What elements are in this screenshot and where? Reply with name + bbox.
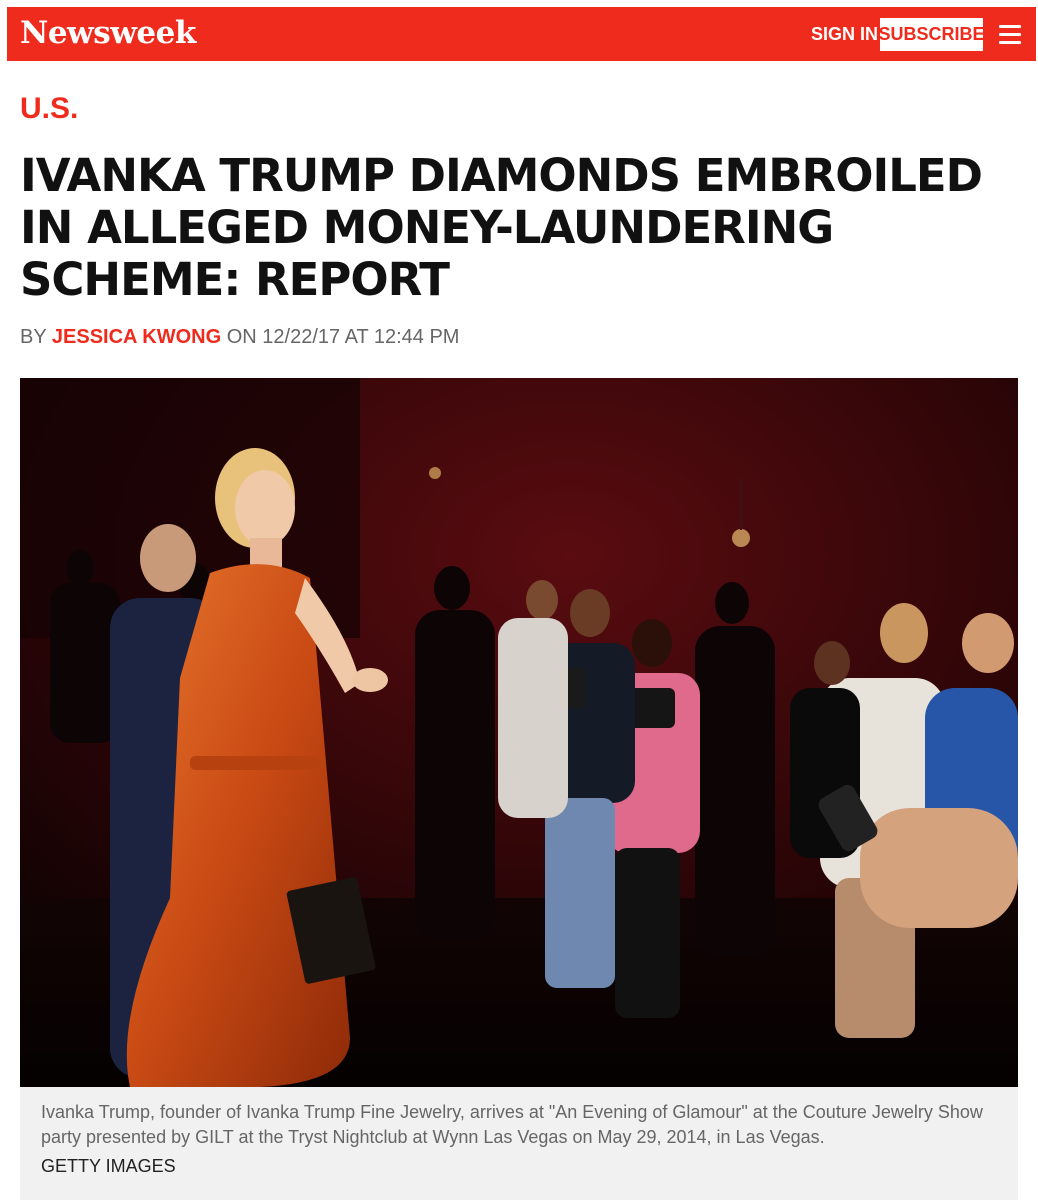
sign-in-link[interactable]: SIGN IN [811,24,878,45]
photo-illustration [20,378,1018,1087]
author-link[interactable]: JESSICA KWONG [52,326,221,348]
subscribe-button[interactable]: SUBSCRIBE [879,18,985,51]
hamburger-menu-icon[interactable] [999,24,1023,44]
section-label[interactable]: U.S. [20,92,78,126]
photo-caption: Ivanka Trump, founder of Ivanka Trump Fi… [41,1102,983,1147]
newsweek-logo[interactable]: Newsweek [20,15,196,51]
article-photo [20,378,1018,1087]
site-header: Newsweek SIGN IN SUBSCRIBE [7,7,1036,61]
publish-date: ON 12/22/17 AT 12:44 PM [226,326,460,348]
byline-prefix: BY [20,326,47,348]
photo-credit: GETTY IMAGES [41,1156,176,1176]
photo-caption-box: Ivanka Trump, founder of Ivanka Trump Fi… [20,1087,1018,1200]
article-headline: IVANKA TRUMP DIAMONDS EMBROILED IN ALLEG… [20,149,983,306]
byline: BY JESSICA KWONG ON 12/22/17 AT 12:44 PM [20,326,459,349]
